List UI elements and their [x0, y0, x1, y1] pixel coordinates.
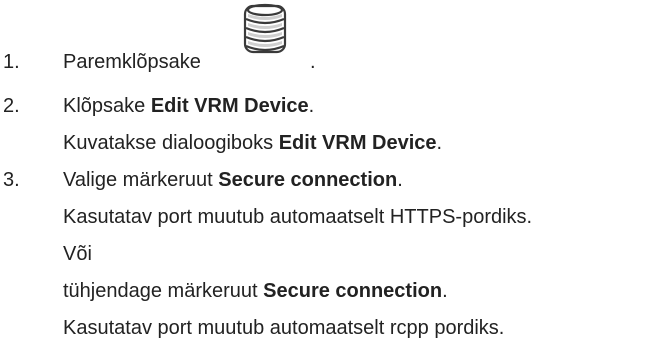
or-text: Või	[63, 243, 92, 265]
result-text: Kuvatakse dialoogiboks Edit VRM Device.	[63, 132, 443, 154]
database-icon	[243, 3, 287, 54]
step-text: Valige märkeruut Secure connection.	[63, 169, 403, 191]
alternative-text: tühjendage märkeruut Secure connection.	[63, 280, 448, 302]
result-text: Kasutatav port muutub automaatselt HTTPS…	[63, 206, 533, 228]
step-punctuation: .	[310, 51, 316, 73]
ui-label-bold: Edit VRM Device	[150, 95, 309, 117]
step-number: 2.	[3, 95, 20, 117]
ui-label-bold: Secure connection	[263, 280, 443, 302]
ui-label-bold: Secure connection	[218, 169, 398, 191]
step-number: 1.	[3, 51, 20, 73]
ui-label-bold: Edit VRM Device	[278, 132, 437, 154]
step-text: Klõpsake Edit VRM Device.	[63, 95, 315, 117]
step-number: 3.	[3, 169, 20, 191]
instruction-page: { "steps": [ { "number": "1.", "text": "…	[0, 0, 669, 339]
step-text: Paremklõpsake	[63, 51, 201, 73]
result-text: Kasutatav port muutub automaatselt rcpp …	[63, 317, 505, 339]
